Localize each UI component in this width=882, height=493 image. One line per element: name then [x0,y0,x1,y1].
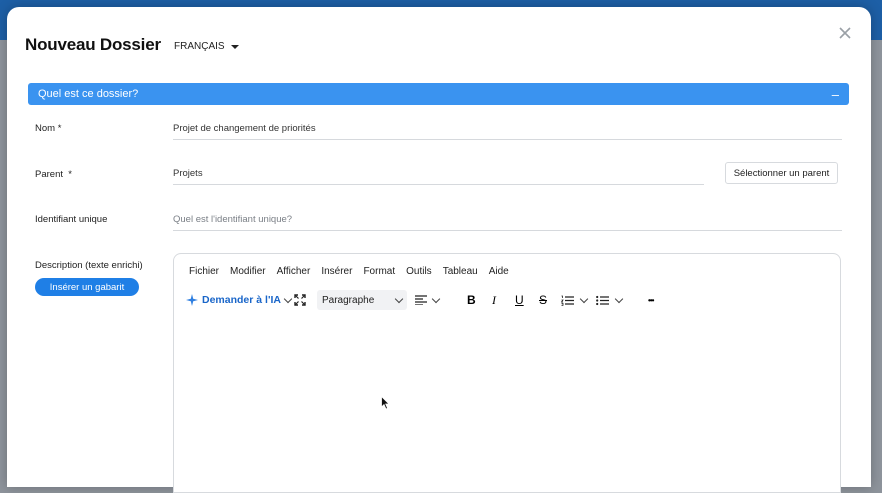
chevron-down-icon [614,294,624,303]
close-icon[interactable] [837,25,853,41]
ask-ai-button[interactable]: Demander à l'IA [186,290,293,310]
underline-button[interactable]: U [515,290,524,310]
menu-format[interactable]: Format [363,266,395,277]
parent-label: Parent * [35,169,72,180]
block-format-value: Paragraphe [322,294,375,306]
chevron-down-icon [431,294,441,303]
fullscreen-button[interactable] [294,290,306,310]
bold-button[interactable]: B [467,290,476,310]
bullet-list-dropdown[interactable] [596,290,624,310]
rich-text-editor[interactable]: Fichier Modifier Afficher Insérer Format… [173,253,841,493]
strikethrough-button[interactable]: S [539,290,547,310]
name-label: Nom * [35,123,62,134]
identifier-label: Identifiant unique [35,214,108,225]
new-folder-dialog: Nouveau Dossier FRANÇAIS Quel est ce dos… [7,7,871,493]
menu-table[interactable]: Tableau [443,266,478,277]
menu-help[interactable]: Aide [489,266,509,277]
chevron-down-icon [579,294,589,303]
collapse-toggle-icon[interactable]: – [832,87,839,102]
fullscreen-icon [294,294,306,306]
bullet-list-icon [596,295,609,305]
align-left-icon [415,295,427,305]
description-label: Description (texte enrichi) [35,260,143,271]
insert-template-button[interactable]: Insérer un gabarit [35,278,139,296]
sparkle-icon [186,294,198,306]
numbered-list-icon [561,295,574,306]
menu-view[interactable]: Afficher [277,266,311,277]
menu-insert[interactable]: Insérer [321,266,352,277]
ask-ai-label: Demander à l'IA [202,294,281,306]
parent-field[interactable]: Projets [173,163,704,185]
section-title: Quel est ce dossier? [38,88,139,100]
editor-menubar: Fichier Modifier Afficher Insérer Format… [189,266,520,277]
more-options-button[interactable]: ••• [648,290,654,310]
name-field[interactable]: Projet de changement de priorités [173,118,842,140]
select-parent-button[interactable]: Sélectionner un parent [725,162,838,184]
language-selector[interactable]: FRANÇAIS [174,41,239,52]
caret-down-icon [230,44,239,49]
editor-toolbar: Demander à l'IA Paragraphe B I U S ••• [186,290,826,310]
menu-edit[interactable]: Modifier [230,266,266,277]
mouse-pointer-icon [381,396,390,410]
dialog-title: Nouveau Dossier [25,35,161,54]
language-label: FRANÇAIS [174,41,225,52]
identifier-field[interactable]: Quel est l'identifiant unique? [173,209,842,231]
italic-button[interactable]: I [492,290,496,310]
chevron-down-icon [394,294,404,303]
menu-tools[interactable]: Outils [406,266,432,277]
numbered-list-dropdown[interactable] [561,290,589,310]
menu-file[interactable]: Fichier [189,266,219,277]
chevron-down-icon [283,294,293,303]
align-dropdown[interactable] [415,290,441,310]
block-format-select[interactable]: Paragraphe [317,290,407,310]
section-header-what-is-folder[interactable]: Quel est ce dossier? – [28,83,849,105]
